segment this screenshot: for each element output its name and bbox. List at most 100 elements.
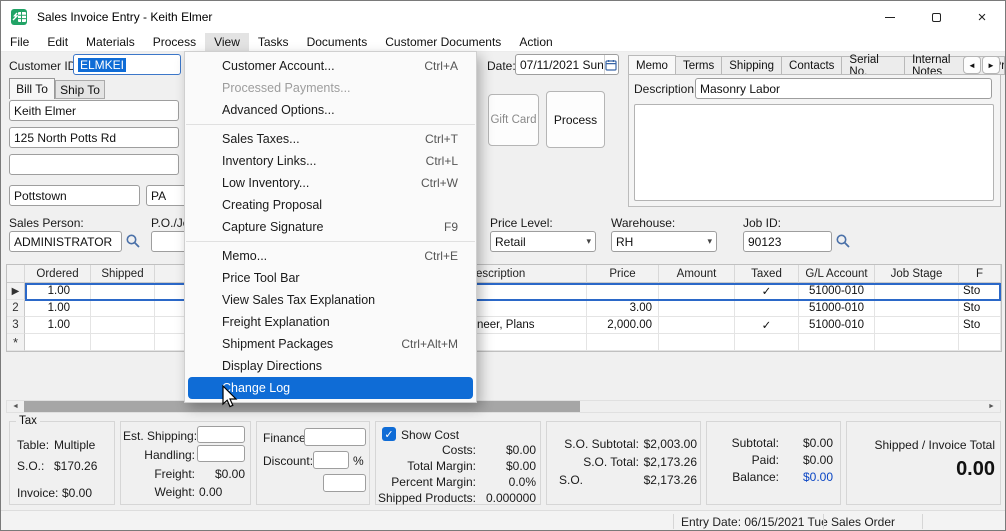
customer-id-input[interactable]: ELMKEI xyxy=(73,54,181,75)
cell-job-stage[interactable] xyxy=(875,283,959,300)
tab-shipping[interactable]: Shipping xyxy=(722,56,782,75)
menubar-customer-documents[interactable]: Customer Documents xyxy=(376,33,510,51)
menu-item-capture-signature[interactable]: Capture SignatureF9 xyxy=(185,216,476,238)
cell-gl-account[interactable]: 51000-010 xyxy=(799,317,875,334)
cell-taxed[interactable] xyxy=(735,334,799,351)
date-input[interactable]: 07/11/2021 Sun xyxy=(515,54,619,75)
tab-scroll-right-button[interactable]: ► xyxy=(982,56,1000,74)
tab-terms[interactable]: Terms xyxy=(676,56,722,75)
cell-taxed[interactable]: ✓ xyxy=(735,283,799,300)
menubar-materials[interactable]: Materials xyxy=(77,33,144,51)
menu-item-advanced-options[interactable]: Advanced Options... xyxy=(185,99,476,121)
cell-shipped[interactable] xyxy=(91,283,155,300)
tab-ship-to[interactable]: Ship To xyxy=(55,80,105,99)
menubar-edit[interactable]: Edit xyxy=(38,33,77,51)
calendar-button[interactable] xyxy=(604,55,618,74)
cell-shipped[interactable] xyxy=(91,300,155,317)
tab-bill-to[interactable]: Bill To xyxy=(9,78,55,99)
menu-item-customer-account[interactable]: Customer Account...Ctrl+A xyxy=(185,55,476,77)
menu-item-price-tool-bar[interactable]: Price Tool Bar xyxy=(185,267,476,289)
menu-item-shipment-packages[interactable]: Shipment PackagesCtrl+Alt+M xyxy=(185,333,476,355)
table-row[interactable]: 3 1.00 neer, Plans 2,000.00 ✓ 51000-010 … xyxy=(7,317,1001,334)
city-field[interactable]: Pottstown xyxy=(9,185,140,206)
grid-header-cell[interactable]: F xyxy=(959,265,1001,283)
menu-item-low-inventory[interactable]: Low Inventory...Ctrl+W xyxy=(185,172,476,194)
grid-header-gl-account[interactable]: G/L Account xyxy=(799,265,875,283)
menu-item-inventory-links[interactable]: Inventory Links...Ctrl+L xyxy=(185,150,476,172)
process-button[interactable]: Process xyxy=(546,91,605,148)
cell-ordered[interactable]: 1.00 xyxy=(25,300,91,317)
menu-item-freight-explanation[interactable]: Freight Explanation xyxy=(185,311,476,333)
grid-header-taxed[interactable]: Taxed xyxy=(735,265,799,283)
minimize-button[interactable] xyxy=(867,1,913,33)
menu-item-creating-proposal[interactable]: Creating Proposal xyxy=(185,194,476,216)
cell-extra[interactable]: Sto xyxy=(959,317,1001,334)
cell-job-stage[interactable] xyxy=(875,300,959,317)
memo-textarea[interactable] xyxy=(634,104,994,201)
new-row-marker[interactable]: * xyxy=(7,334,25,351)
menubar-tasks[interactable]: Tasks xyxy=(249,33,298,51)
menubar-action[interactable]: Action xyxy=(510,33,561,51)
tab-contacts[interactable]: Contacts xyxy=(782,56,842,75)
menubar-file[interactable]: File xyxy=(1,33,38,51)
menu-item-sales-taxes[interactable]: Sales Taxes...Ctrl+T xyxy=(185,128,476,150)
grid-header-job-stage[interactable]: Job Stage xyxy=(875,265,959,283)
cell-gl-account[interactable] xyxy=(799,334,875,351)
address1-field[interactable]: 125 North Potts Rd xyxy=(9,127,179,148)
show-cost-checkbox[interactable]: ✓ xyxy=(382,427,396,441)
discount-input[interactable] xyxy=(313,451,349,469)
menu-item-display-directions[interactable]: Display Directions xyxy=(185,355,476,377)
cell-ordered[interactable]: 1.00 xyxy=(25,283,91,300)
cell-job-stage[interactable] xyxy=(875,317,959,334)
scroll-right-button[interactable]: ► xyxy=(983,401,1000,412)
row-marker[interactable]: 2 xyxy=(7,300,25,317)
cell-extra[interactable]: Sto xyxy=(959,300,1001,317)
cell-price[interactable]: 3.00 xyxy=(587,300,659,317)
sales-person-input[interactable]: ADMINISTRATOR xyxy=(9,231,122,252)
job-id-search-icon[interactable] xyxy=(835,233,851,249)
cell-shipped[interactable] xyxy=(91,317,155,334)
cell-ordered[interactable]: 1.00 xyxy=(25,317,91,334)
price-level-select[interactable]: Retail ▾ xyxy=(490,231,596,252)
cell-price[interactable] xyxy=(587,283,659,300)
job-id-input[interactable]: 90123 xyxy=(743,231,832,252)
tab-memo[interactable]: Memo xyxy=(628,55,676,75)
cell-amount[interactable] xyxy=(659,334,735,351)
gift-card-button[interactable]: Gift Card xyxy=(488,94,539,146)
cell-taxed[interactable]: ✓ xyxy=(735,317,799,334)
warehouse-select[interactable]: RH ▾ xyxy=(611,231,717,252)
cell-amount[interactable] xyxy=(659,317,735,334)
grid-header-price[interactable]: Price xyxy=(587,265,659,283)
menu-item-memo[interactable]: Memo...Ctrl+E xyxy=(185,245,476,267)
scroll-left-button[interactable]: ◄ xyxy=(7,401,24,412)
menubar-process[interactable]: Process xyxy=(144,33,205,51)
cell-extra[interactable] xyxy=(959,334,1001,351)
grid-header-shipped[interactable]: Shipped xyxy=(91,265,155,283)
cell-amount[interactable] xyxy=(659,300,735,317)
cell-price[interactable]: 2,000.00 xyxy=(587,317,659,334)
cell-gl-account[interactable]: 51000-010 xyxy=(799,300,875,317)
table-row[interactable]: 2 1.00 3.00 51000-010 Sto xyxy=(7,300,1001,317)
cell-extra[interactable]: Sto xyxy=(959,283,1001,300)
finance-extra-input[interactable] xyxy=(323,474,366,492)
cell-taxed[interactable] xyxy=(735,300,799,317)
table-row[interactable]: * xyxy=(7,334,1001,351)
menu-item-view-sales-tax-explanation[interactable]: View Sales Tax Explanation xyxy=(185,289,476,311)
grid-header-amount[interactable]: Amount xyxy=(659,265,735,283)
maximize-button[interactable] xyxy=(913,1,959,33)
row-marker[interactable]: 3 xyxy=(7,317,25,334)
close-button[interactable]: × xyxy=(959,1,1005,33)
grid-horizontal-scrollbar[interactable]: ◄ ► xyxy=(6,400,1001,413)
address2-field[interactable] xyxy=(9,154,179,175)
est-shipping-input[interactable] xyxy=(197,426,245,443)
finance-input[interactable] xyxy=(304,428,366,446)
tab-serial-no[interactable]: Serial No. xyxy=(842,56,905,75)
cell-job-stage[interactable] xyxy=(875,334,959,351)
cell-price[interactable] xyxy=(587,334,659,351)
handling-input[interactable] xyxy=(197,445,245,462)
cell-gl-account[interactable]: 51000-010 xyxy=(799,283,875,300)
menubar-documents[interactable]: Documents xyxy=(298,33,377,51)
row-marker[interactable]: ▶ xyxy=(7,283,25,300)
name-field[interactable]: Keith Elmer xyxy=(9,100,179,121)
cell-shipped[interactable] xyxy=(91,334,155,351)
